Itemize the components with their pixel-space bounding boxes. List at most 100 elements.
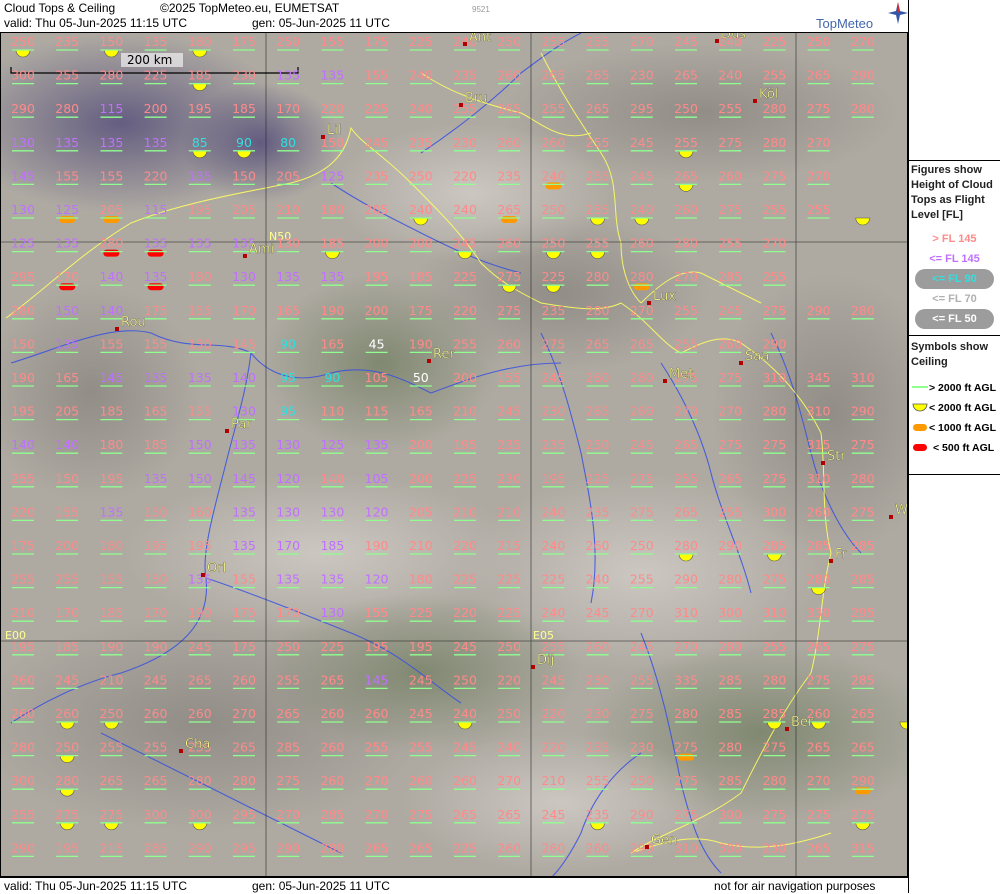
flight-level-value: 90 xyxy=(280,336,296,351)
flight-level-value: 135 xyxy=(188,236,212,251)
flight-level-value: 180 xyxy=(99,437,123,452)
flight-level-value: 290 xyxy=(851,404,875,419)
flight-level-value: 195 xyxy=(188,202,212,217)
flight-level-value: 150 xyxy=(188,471,212,486)
legend-symbol-row-3: < 1000 ft AGL xyxy=(909,418,1000,438)
flight-level-value: 45 xyxy=(369,336,385,351)
flight-level-value: 265 xyxy=(807,639,831,654)
legend-symbols-title: Symbols show Ceiling xyxy=(911,341,989,368)
flight-level-value: 135 xyxy=(144,135,168,150)
flight-level-value: 210 xyxy=(99,672,123,687)
flight-level-value: 90 xyxy=(324,370,340,385)
flight-level-value: 130 xyxy=(188,336,212,351)
flight-level-value: 135 xyxy=(232,504,256,519)
flight-level-value: 265 xyxy=(586,68,610,83)
flight-level-value: 190 xyxy=(99,639,123,654)
flight-level-value: 135 xyxy=(55,236,79,251)
flight-level-value: 300 xyxy=(718,807,742,822)
flight-level-value: 50 xyxy=(413,370,429,385)
city-dot xyxy=(739,361,743,365)
flight-level-value: 250 xyxy=(586,437,610,452)
flight-level-value: 200 xyxy=(365,236,389,251)
flight-level-value: 260 xyxy=(320,773,344,788)
flight-level-value: 240 xyxy=(497,740,521,755)
flight-level-value: 265 xyxy=(674,168,698,183)
flight-level-value: 200 xyxy=(409,471,433,486)
flight-level-value: 215 xyxy=(99,840,123,855)
flight-level-value: 245 xyxy=(541,807,565,822)
flight-level-value: 280 xyxy=(586,303,610,318)
flight-level-value: 245 xyxy=(586,605,610,620)
flight-level-value: 240 xyxy=(409,68,433,83)
flight-level-value: 255 xyxy=(11,471,35,486)
flight-level-value: 225 xyxy=(541,572,565,587)
footer-disclaimer: not for air navigation purposes xyxy=(714,879,876,893)
flight-level-value: 255 xyxy=(586,236,610,251)
flight-level-value: 200 xyxy=(409,437,433,452)
flight-level-value: 250 xyxy=(276,639,300,654)
flight-level-value: 220 xyxy=(541,740,565,755)
flight-level-value: 230 xyxy=(453,135,477,150)
flight-level-value: 255 xyxy=(674,303,698,318)
city-label: Met xyxy=(669,367,693,382)
flight-level-value: 255 xyxy=(541,34,565,49)
flight-level-value: 275 xyxy=(630,471,654,486)
city-dot xyxy=(225,429,229,433)
flight-level-value: 260 xyxy=(807,504,831,519)
flight-level-value: 285 xyxy=(320,807,344,822)
flight-level-value: 105 xyxy=(365,471,389,486)
flight-level-value: 130 xyxy=(320,605,344,620)
flight-level-value: 170 xyxy=(276,538,300,553)
flight-level-value: 135 xyxy=(144,269,168,284)
flight-level-value: 155 xyxy=(99,336,123,351)
legend-level-4: <= FL 70 xyxy=(932,293,977,305)
flight-level-value: 190 xyxy=(188,605,212,620)
flight-level-value: 280 xyxy=(718,572,742,587)
flight-level-value: 235 xyxy=(497,168,521,183)
flight-level-value: 260 xyxy=(586,370,610,385)
flight-level-value: 275 xyxy=(807,807,831,822)
flight-level-value: 185 xyxy=(144,437,168,452)
flight-level-value: 240 xyxy=(541,538,565,553)
flight-level-value: 260 xyxy=(674,202,698,217)
city-dot xyxy=(753,99,757,103)
flight-level-value: 250 xyxy=(497,34,521,49)
city-dot xyxy=(531,665,535,669)
city-label: Fr xyxy=(835,547,848,562)
flight-level-value: 280 xyxy=(762,672,786,687)
flight-level-value: 245 xyxy=(365,135,389,150)
ceiling-red-symbol xyxy=(147,249,164,257)
flight-level-value: 85 xyxy=(192,135,208,150)
ceiling-orange-symbol xyxy=(59,216,76,223)
flight-level-value: 265 xyxy=(674,437,698,452)
flight-level-value: 115 xyxy=(144,202,168,217)
map-canvas[interactable]: 200 km N50E00 E05 250 235 150 135 180 175 250 15… xyxy=(1,33,908,877)
flight-level-value: 245 xyxy=(630,168,654,183)
legend-symbol-label: < 1000 ft AGL xyxy=(929,422,997,434)
flight-level-value: 205 xyxy=(99,202,123,217)
flight-level-value: 225 xyxy=(409,605,433,620)
flight-level-value: 270 xyxy=(674,404,698,419)
flight-level-value: 200 xyxy=(453,370,477,385)
flight-level-value: 135 xyxy=(55,336,79,351)
flight-level-value: 255 xyxy=(365,740,389,755)
map-panel[interactable]: 200 km N50 E00 E05 250 235 150 135 180 175 250 15… xyxy=(0,32,908,877)
flight-level-value: 285 xyxy=(807,538,831,553)
flight-level-value: 135 xyxy=(188,168,212,183)
city-label: W xyxy=(895,503,908,518)
flight-level-value: 135 xyxy=(144,471,168,486)
flight-level-value: 270 xyxy=(365,807,389,822)
copyright: ©2025 TopMeteo.eu, EUMETSAT xyxy=(160,1,340,15)
flight-level-value: 250 xyxy=(630,773,654,788)
flight-level-value: 255 xyxy=(762,269,786,284)
city-label: Ant xyxy=(469,33,491,45)
valid-time: valid: Thu 05-Jun-2025 11:15 UTC xyxy=(4,16,187,30)
flight-level-value: 225 xyxy=(541,269,565,284)
flight-level-value: 140 xyxy=(99,303,123,318)
flight-level-value: 260 xyxy=(409,773,433,788)
flight-level-value: 260 xyxy=(586,538,610,553)
flight-level-value: 275 xyxy=(718,202,742,217)
flight-level-value: 290 xyxy=(11,101,35,116)
flight-level-value: 255 xyxy=(586,34,610,49)
map-title: Cloud Tops & Ceiling xyxy=(4,1,116,15)
